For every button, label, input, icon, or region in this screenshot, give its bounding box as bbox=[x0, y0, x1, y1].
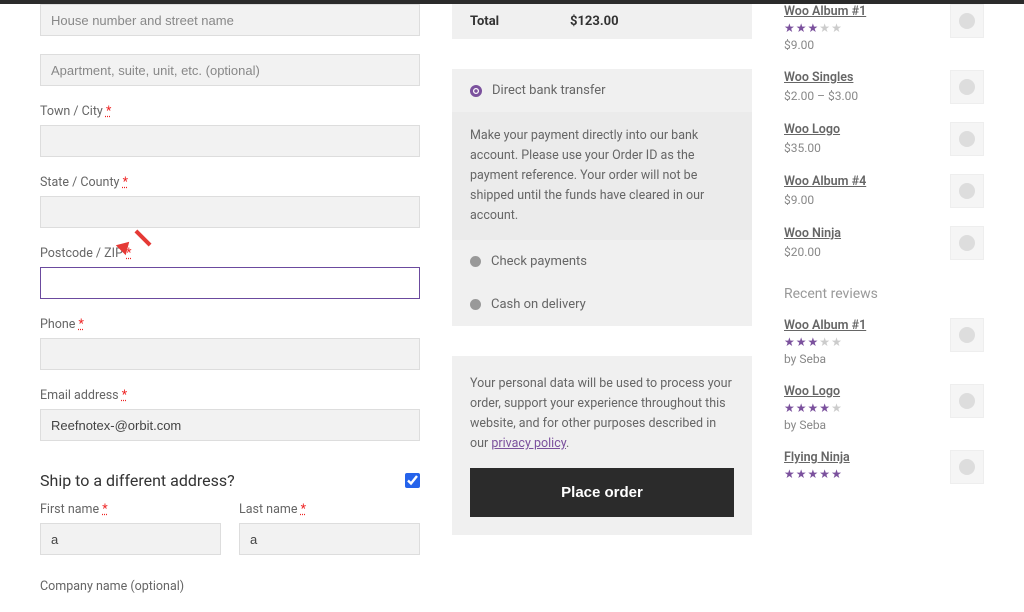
product-price: $9.00 bbox=[784, 193, 866, 207]
product-thumb bbox=[950, 122, 984, 156]
star-icon: ★ bbox=[784, 336, 795, 348]
state-label: State / County * bbox=[40, 175, 420, 190]
place-order-button[interactable]: Place order bbox=[470, 468, 734, 517]
apt-input[interactable] bbox=[40, 54, 420, 86]
privacy-link[interactable]: privacy policy bbox=[491, 436, 566, 451]
product-thumb bbox=[950, 174, 984, 208]
postcode-input[interactable] bbox=[40, 267, 420, 299]
product-item: Woo Singles $2.00 – $3.00 bbox=[784, 70, 984, 104]
product-link[interactable]: Woo Ninja bbox=[784, 226, 841, 241]
product-link[interactable]: Woo Album #4 bbox=[784, 174, 866, 189]
star-icon: ★ bbox=[808, 402, 819, 414]
star-icon: ★ bbox=[831, 336, 842, 348]
star-icon: ★ bbox=[831, 402, 842, 414]
star-icon: ★ bbox=[796, 336, 807, 348]
town-label: Town / City * bbox=[40, 104, 420, 119]
product-link[interactable]: Flying Ninja bbox=[784, 450, 850, 465]
ship-last-input[interactable] bbox=[239, 523, 420, 555]
email-label: Email address * bbox=[40, 388, 420, 403]
review-author: by Seba bbox=[784, 352, 866, 366]
review-item: Woo Album #1★★★★★by Seba bbox=[784, 318, 984, 366]
product-price: $35.00 bbox=[784, 141, 840, 155]
product-item: Woo Logo $35.00 bbox=[784, 122, 984, 156]
review-author: by Seba bbox=[784, 418, 842, 432]
star-icon: ★ bbox=[819, 22, 830, 34]
email-input[interactable] bbox=[40, 409, 420, 441]
payment-bank-desc: Make your payment directly into our bank… bbox=[452, 112, 752, 240]
star-icon: ★ bbox=[819, 468, 830, 480]
product-link[interactable]: Woo Album #1 bbox=[784, 318, 866, 333]
recent-reviews-heading: Recent reviews bbox=[784, 286, 984, 302]
product-link[interactable]: Woo Logo bbox=[784, 122, 840, 137]
product-thumb bbox=[950, 384, 984, 418]
product-thumb bbox=[950, 4, 984, 38]
product-thumb bbox=[950, 450, 984, 484]
product-link[interactable]: Woo Album #1 bbox=[784, 4, 866, 19]
ship-different-heading: Ship to a different address? bbox=[40, 471, 235, 490]
ship-first-input[interactable] bbox=[40, 523, 221, 555]
product-thumb bbox=[950, 318, 984, 352]
ship-first-label: First name * bbox=[40, 502, 221, 517]
rating-stars: ★★★★★ bbox=[784, 336, 866, 348]
star-icon: ★ bbox=[808, 468, 819, 480]
product-thumb bbox=[950, 70, 984, 104]
payment-check-option[interactable]: Check payments bbox=[452, 240, 752, 283]
review-item: Flying Ninja★★★★★ bbox=[784, 450, 984, 484]
star-icon: ★ bbox=[796, 468, 807, 480]
review-item: Woo Logo★★★★★by Seba bbox=[784, 384, 984, 432]
product-link[interactable]: Woo Logo bbox=[784, 384, 840, 399]
town-input[interactable] bbox=[40, 125, 420, 157]
rating-stars: ★★★★★ bbox=[784, 468, 850, 480]
star-icon: ★ bbox=[796, 402, 807, 414]
star-icon: ★ bbox=[831, 468, 842, 480]
street-input[interactable] bbox=[40, 4, 420, 36]
star-icon: ★ bbox=[831, 22, 842, 34]
product-price: $20.00 bbox=[784, 245, 841, 259]
ship-last-label: Last name * bbox=[239, 502, 420, 517]
star-icon: ★ bbox=[808, 22, 819, 34]
ship-company-label: Company name (optional) bbox=[40, 579, 420, 594]
product-thumb bbox=[950, 226, 984, 260]
rating-stars: ★★★★★ bbox=[784, 402, 842, 414]
star-icon: ★ bbox=[819, 402, 830, 414]
product-price: $2.00 – $3.00 bbox=[784, 89, 858, 103]
payment-bank-option[interactable]: Direct bank transfer bbox=[452, 69, 752, 112]
arrow-annotation-icon bbox=[135, 230, 152, 247]
star-icon: ★ bbox=[784, 468, 795, 480]
star-icon: ★ bbox=[819, 336, 830, 348]
radio-icon bbox=[470, 299, 481, 310]
phone-label: Phone * bbox=[40, 317, 420, 332]
product-item: Woo Album #1★★★★★$9.00 bbox=[784, 4, 984, 52]
ship-different-checkbox[interactable] bbox=[405, 473, 420, 488]
payment-cod-option[interactable]: Cash on delivery bbox=[452, 283, 752, 326]
star-icon: ★ bbox=[784, 402, 795, 414]
rating-stars: ★★★★★ bbox=[784, 22, 866, 34]
product-price: $9.00 bbox=[784, 38, 866, 52]
postcode-label: Postcode / ZIP * bbox=[40, 246, 420, 261]
radio-icon bbox=[470, 85, 482, 97]
star-icon: ★ bbox=[796, 22, 807, 34]
state-input[interactable] bbox=[40, 196, 420, 228]
phone-input[interactable] bbox=[40, 338, 420, 370]
order-total-row: Total $123.00 bbox=[452, 4, 752, 39]
product-item: Woo Ninja $20.00 bbox=[784, 226, 984, 260]
star-icon: ★ bbox=[808, 336, 819, 348]
radio-icon bbox=[470, 256, 481, 267]
product-link[interactable]: Woo Singles bbox=[784, 70, 853, 85]
product-item: Woo Album #4 $9.00 bbox=[784, 174, 984, 208]
star-icon: ★ bbox=[784, 22, 795, 34]
